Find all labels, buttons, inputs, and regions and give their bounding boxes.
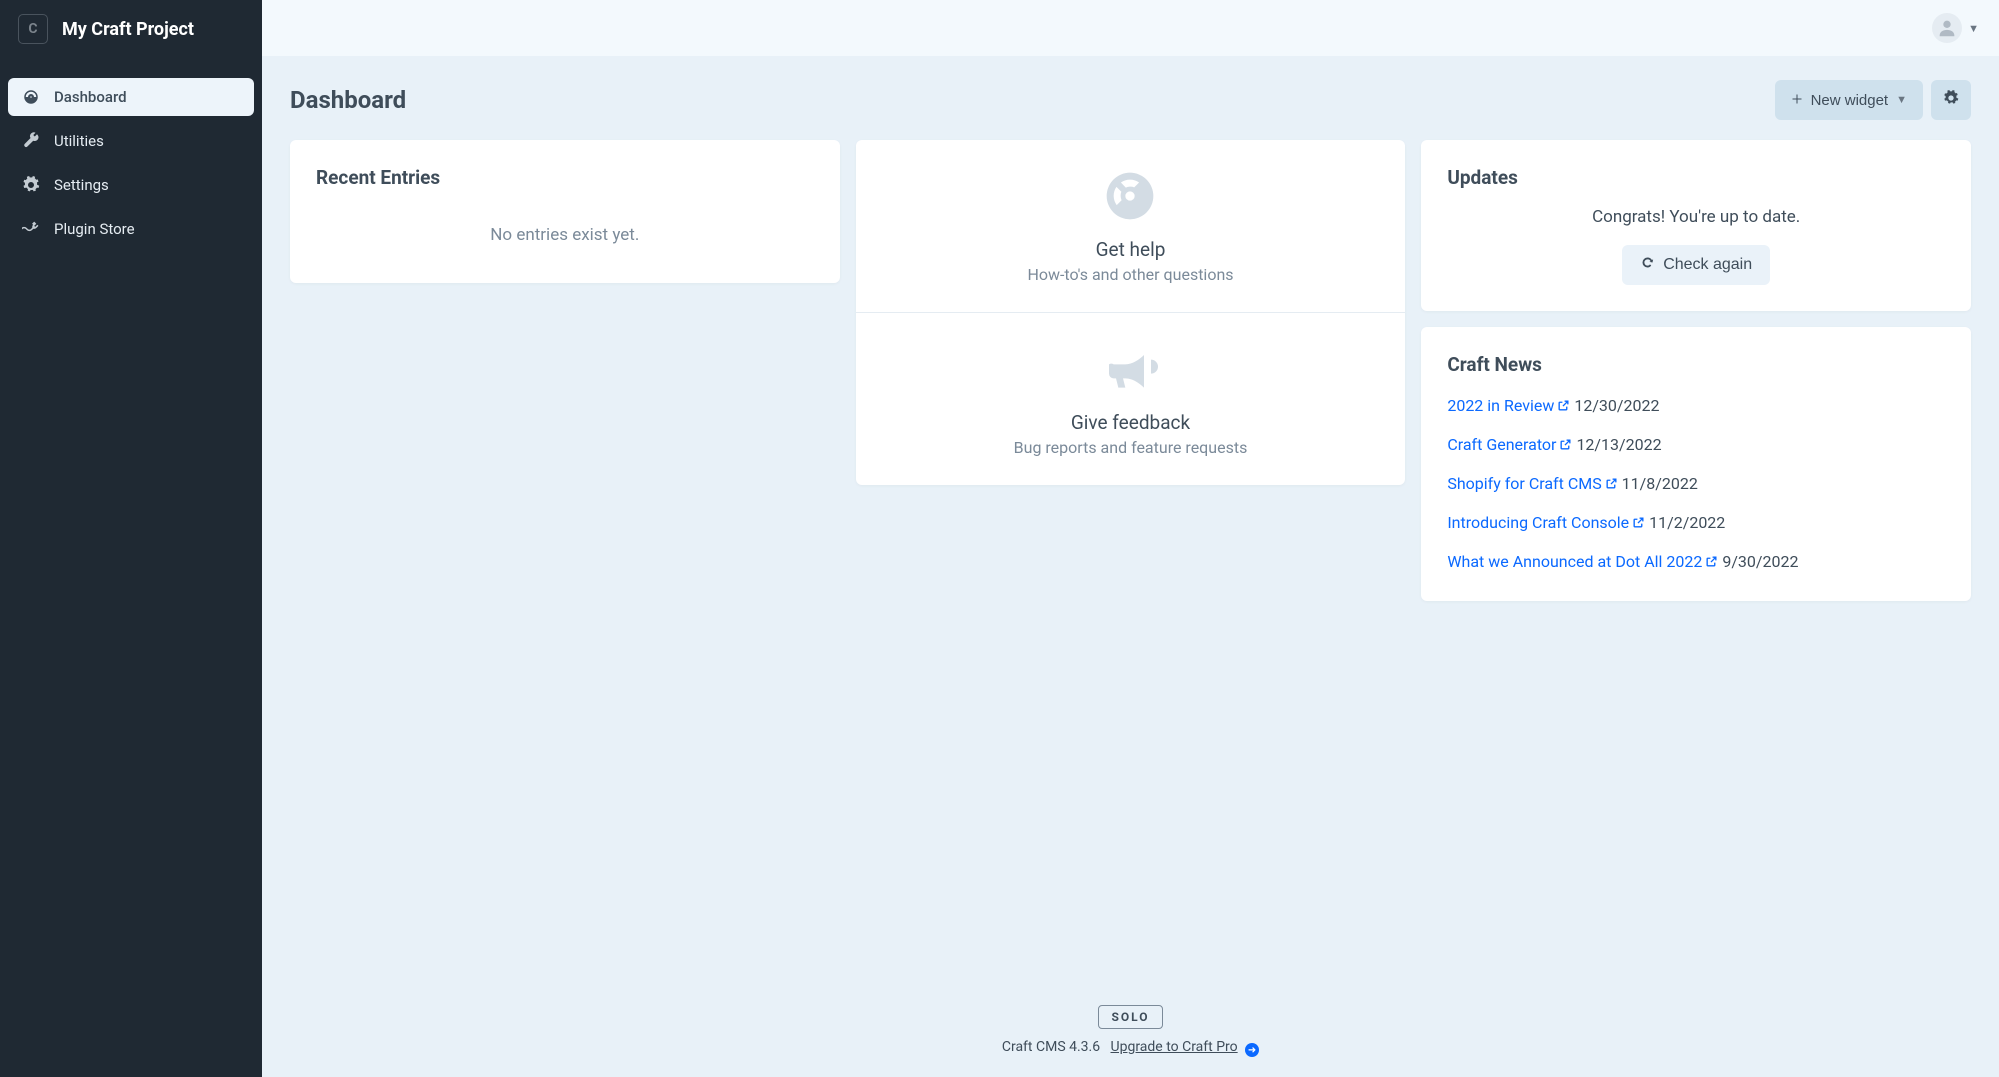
gear-icon <box>22 176 40 194</box>
plug-icon <box>22 220 40 238</box>
sidebar-item-plugin-store[interactable]: Plugin Store <box>8 210 254 248</box>
external-link-icon <box>1605 473 1618 497</box>
dashboard-icon <box>22 88 40 106</box>
widget-title: Craft News <box>1447 353 1945 376</box>
site-logo[interactable]: C <box>18 14 48 44</box>
page-header: Dashboard New widget ▼ <box>290 80 1971 120</box>
sidebar-item-utilities[interactable]: Utilities <box>8 122 254 160</box>
news-date: 11/2/2022 <box>1649 513 1725 532</box>
right-column: Updates Congrats! You're up to date. Che… <box>1421 140 1971 601</box>
life-ring-icon <box>876 168 1386 228</box>
content: Dashboard New widget ▼ <box>262 56 1999 1077</box>
sidebar-header: C My Craft Project <box>0 0 262 58</box>
refresh-icon <box>1640 255 1655 275</box>
news-item: Shopify for Craft CMS 11/8/2022 <box>1447 472 1945 497</box>
news-item: What we Announced at Dot All 2022 9/30/2… <box>1447 550 1945 575</box>
dashboard-settings-button[interactable] <box>1931 80 1971 120</box>
news-date: 12/13/2022 <box>1576 435 1661 454</box>
news-date: 11/8/2022 <box>1622 474 1698 493</box>
external-link-icon <box>1705 551 1718 575</box>
sidebar-item-label: Plugin Store <box>54 220 135 238</box>
help-subtitle: How-to's and other questions <box>876 265 1386 284</box>
arrow-right-icon: ➜ <box>1245 1043 1259 1057</box>
news-item: Craft Generator 12/13/2022 <box>1447 433 1945 458</box>
sidebar-item-label: Utilities <box>54 132 104 150</box>
news-link[interactable]: Craft Generator <box>1447 435 1572 454</box>
bullhorn-icon <box>876 341 1386 401</box>
news-link[interactable]: Introducing Craft Console <box>1447 513 1645 532</box>
sidebar-item-label: Dashboard <box>54 88 127 106</box>
widget-title: Recent Entries <box>316 166 814 189</box>
news-link[interactable]: Shopify for Craft CMS <box>1447 474 1617 493</box>
widget-grid: Recent Entries No entries exist yet. Get… <box>290 140 1971 601</box>
avatar-icon <box>1932 13 1962 43</box>
user-menu[interactable]: ▼ <box>1932 13 1979 43</box>
news-link[interactable]: What we Announced at Dot All 2022 <box>1447 552 1718 571</box>
topbar: ▼ <box>262 0 1999 56</box>
sidebar: C My Craft Project Dashboard Utilities <box>0 0 262 1077</box>
news-link[interactable]: 2022 in Review <box>1447 396 1570 415</box>
updates-widget: Updates Congrats! You're up to date. Che… <box>1421 140 1971 311</box>
external-link-icon <box>1632 512 1645 536</box>
chevron-down-icon: ▼ <box>1896 94 1907 106</box>
site-name[interactable]: My Craft Project <box>62 19 194 40</box>
news-date: 9/30/2022 <box>1722 552 1798 571</box>
news-item: 2022 in Review 12/30/2022 <box>1447 394 1945 419</box>
main: ▼ Dashboard New widget ▼ <box>262 0 1999 1077</box>
sidebar-nav: Dashboard Utilities Settings Plugin Stor… <box>0 58 262 254</box>
support-widget: Get help How-to's and other questions Gi… <box>856 140 1406 485</box>
sidebar-item-dashboard[interactable]: Dashboard <box>8 78 254 116</box>
version-text: Craft CMS 4.3.6 <box>1002 1039 1100 1055</box>
footer: SOLO Craft CMS 4.3.6 Upgrade to Craft Pr… <box>290 975 1971 1077</box>
wrench-icon <box>22 132 40 150</box>
news-item: Introducing Craft Console 11/2/2022 <box>1447 511 1945 536</box>
news-date: 12/30/2022 <box>1574 396 1659 415</box>
header-actions: New widget ▼ <box>1775 80 1971 120</box>
plus-icon <box>1791 92 1803 109</box>
feedback-subtitle: Bug reports and feature requests <box>876 438 1386 457</box>
help-title: Get help <box>876 238 1386 261</box>
external-link-icon <box>1557 395 1570 419</box>
widget-title: Updates <box>1447 166 1945 189</box>
page-title: Dashboard <box>290 86 406 114</box>
get-help-link[interactable]: Get help How-to's and other questions <box>856 140 1406 312</box>
empty-state-text: No entries exist yet. <box>316 207 814 257</box>
check-again-button[interactable]: Check again <box>1622 245 1770 285</box>
craft-news-widget: Craft News 2022 in Review 12/30/2022 Cra… <box>1421 327 1971 601</box>
recent-entries-widget: Recent Entries No entries exist yet. <box>290 140 840 283</box>
feedback-title: Give feedback <box>876 411 1386 434</box>
new-widget-button[interactable]: New widget ▼ <box>1775 80 1923 120</box>
upgrade-link[interactable]: Upgrade to Craft Pro <box>1111 1039 1238 1055</box>
updates-message: Congrats! You're up to date. <box>1447 207 1945 227</box>
sidebar-item-label: Settings <box>54 176 109 194</box>
news-list: 2022 in Review 12/30/2022 Craft Generato… <box>1447 394 1945 575</box>
gear-icon <box>1943 90 1959 110</box>
sidebar-item-settings[interactable]: Settings <box>8 166 254 204</box>
external-link-icon <box>1559 434 1572 458</box>
edition-badge[interactable]: SOLO <box>1098 1005 1162 1029</box>
give-feedback-link[interactable]: Give feedback Bug reports and feature re… <box>856 312 1406 485</box>
chevron-down-icon: ▼ <box>1968 22 1979 35</box>
